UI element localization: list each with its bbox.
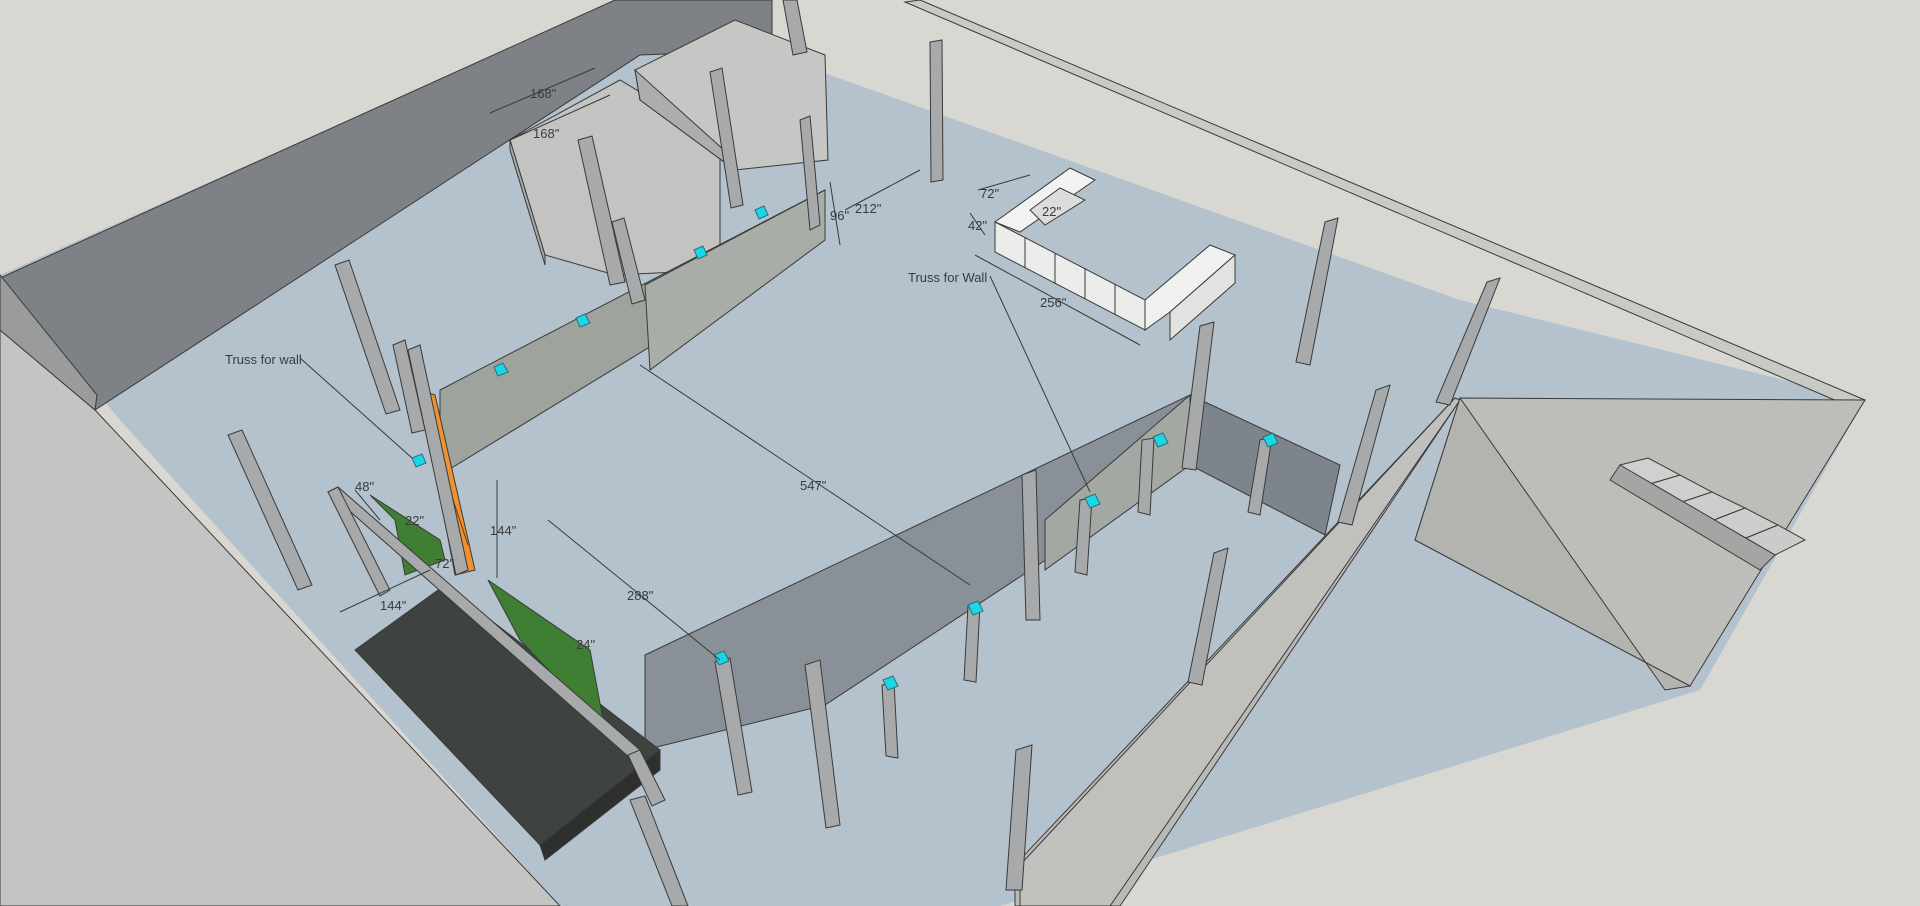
dimension-label: 72"	[980, 186, 999, 201]
dimension-label: 212"	[855, 201, 882, 216]
dimension-label: 168"	[530, 86, 557, 101]
annotation-truss-right: Truss for Wall	[908, 270, 987, 285]
3d-model-viewport[interactable]: Truss for wall Truss for Wall 168" 168" …	[0, 0, 1920, 906]
dimension-label: 42"	[968, 218, 987, 233]
dimension-label: 144"	[490, 523, 517, 538]
annotation-truss-left: Truss for wall	[225, 352, 302, 367]
dimension-label: 48"	[355, 479, 374, 494]
dimension-label: 22"	[405, 513, 424, 528]
dimension-label: 288"	[627, 588, 654, 603]
dimension-label: 168"	[533, 126, 560, 141]
dimension-label: 256"	[1040, 295, 1067, 310]
column	[929, 39, 944, 183]
dimension-label: 24"	[576, 637, 595, 652]
dimension-label: 547"	[800, 478, 827, 493]
dimension-label: 96"	[830, 208, 849, 223]
dimension-label: 22"	[1042, 204, 1061, 219]
dimension-label: 144"	[380, 598, 407, 613]
dimension-label: 72"	[435, 556, 454, 571]
